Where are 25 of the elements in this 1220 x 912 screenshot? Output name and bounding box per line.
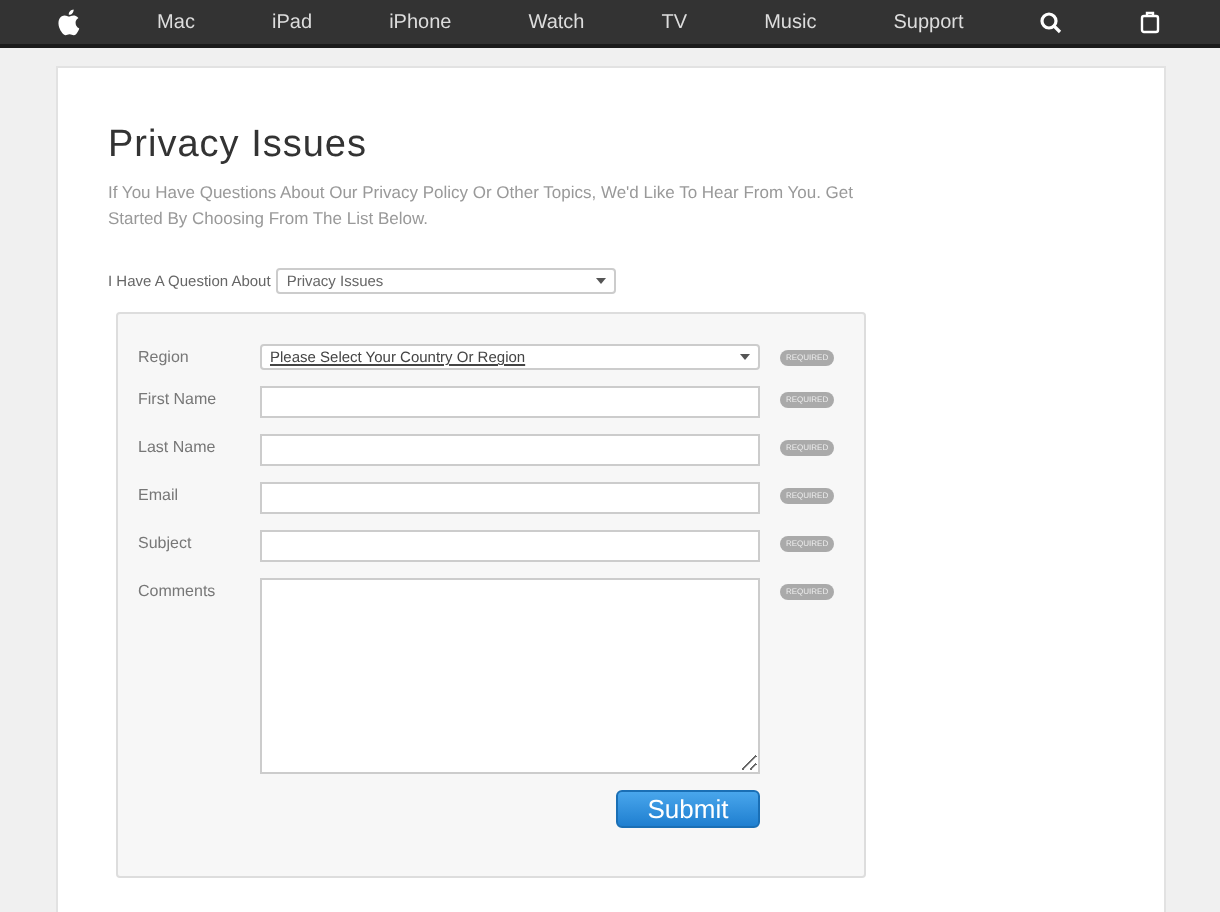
shopping-bag-icon[interactable] [1139, 10, 1160, 34]
nav-link[interactable]: Music [764, 11, 817, 33]
field-label: Subject [138, 532, 194, 552]
page-title: Privacy Issues [108, 124, 369, 168]
intro-text: If You Have Questions About Our Privacy Policy Or Other Topics, We'd Like To Hear From You. Get Started By Choosing From The List Below. [108, 180, 855, 232]
caret-icon [596, 278, 607, 284]
apple-logo-icon[interactable] [56, 8, 80, 36]
field-label: Email [138, 484, 181, 504]
input-field[interactable] [260, 386, 760, 418]
input-field[interactable] [260, 530, 760, 562]
search-icon[interactable] [1040, 11, 1063, 33]
caret-icon [740, 354, 750, 360]
nav-link[interactable]: Mac [157, 11, 195, 33]
nav-link[interactable]: Watch [528, 11, 585, 33]
input-field[interactable] [260, 482, 760, 514]
field-label: Region [138, 346, 191, 366]
field-label: First Name [138, 388, 219, 408]
field-label: Comments [138, 580, 218, 600]
nav-link[interactable]: Support [893, 11, 964, 33]
comments-field[interactable] [260, 578, 760, 774]
nav-link[interactable]: iPhone [389, 11, 452, 33]
nav-link[interactable]: iPad [272, 11, 313, 33]
field-label: Last Name [138, 436, 218, 456]
nav-link[interactable]: TV [661, 11, 688, 33]
input-field[interactable] [260, 434, 760, 466]
